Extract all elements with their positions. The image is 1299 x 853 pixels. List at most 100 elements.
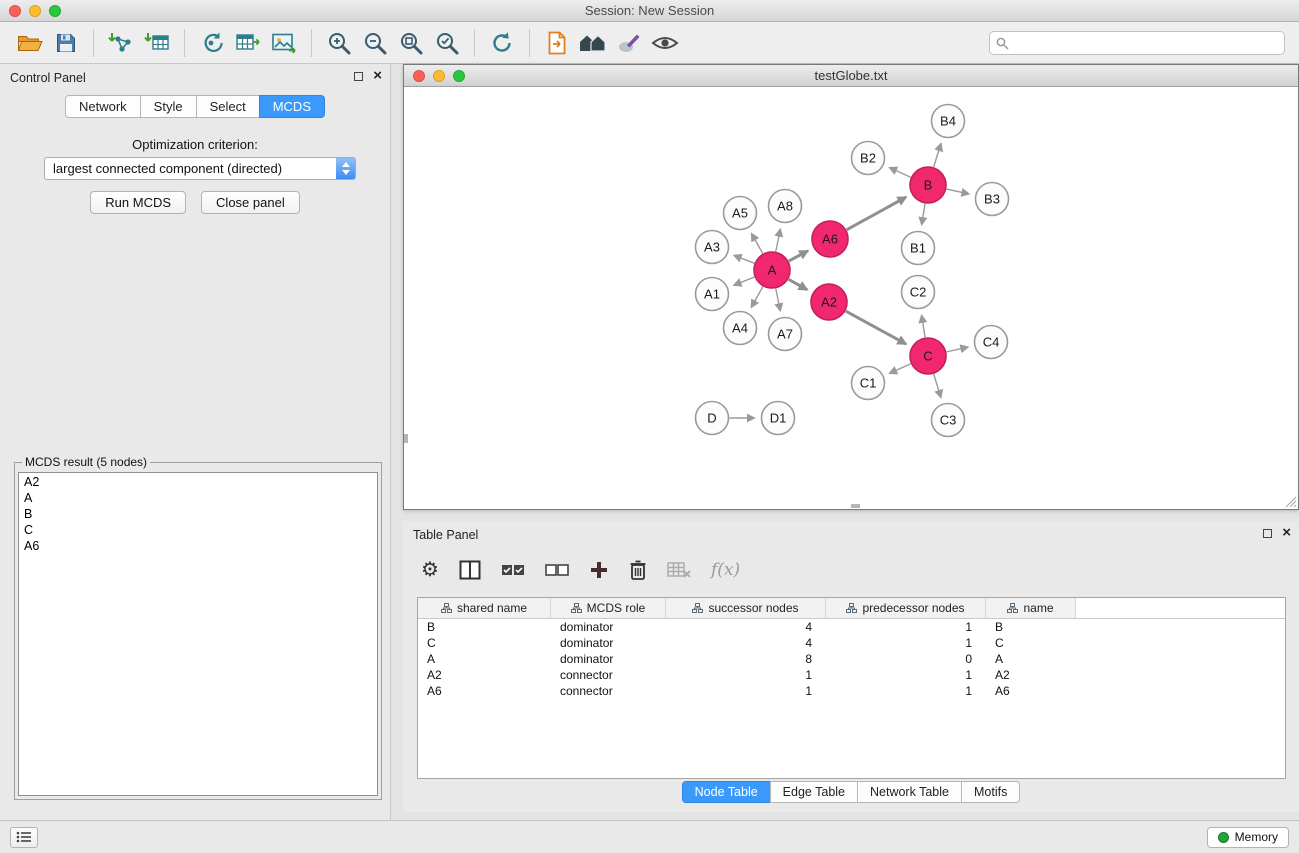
import-network-button[interactable] (103, 26, 139, 60)
table-row[interactable]: A2connector11A2 (418, 667, 1285, 683)
edge-A-A8[interactable] (776, 229, 781, 251)
graph-node-C[interactable]: C (910, 338, 946, 374)
edge-A-A3[interactable] (734, 255, 754, 263)
edge-A-A1[interactable] (734, 277, 755, 285)
graph-node-A1[interactable]: A1 (696, 278, 729, 311)
edge-A-A5[interactable] (752, 233, 763, 253)
graph-node-C1[interactable]: C1 (852, 367, 885, 400)
deselect-all-rows-button[interactable] (545, 555, 569, 585)
edge-B-B2[interactable] (889, 168, 910, 178)
zoom-fit-button[interactable] (393, 26, 429, 60)
graph-node-B4[interactable]: B4 (932, 105, 965, 138)
graph-node-B2[interactable]: B2 (852, 142, 885, 175)
search-input[interactable] (989, 31, 1285, 55)
show-columns-button[interactable] (459, 555, 481, 585)
column-header-successor-nodes[interactable]: successor nodes (666, 598, 826, 618)
zoom-selected-button[interactable] (429, 26, 465, 60)
dropdown-stepper-icon[interactable] (336, 158, 355, 179)
tab-motifs[interactable]: Motifs (961, 781, 1020, 803)
graph-node-A[interactable]: A (754, 252, 790, 288)
table-row[interactable]: Adominator80A (418, 651, 1285, 667)
edge-C-C4[interactable] (947, 347, 969, 352)
tab-mcds[interactable]: MCDS (259, 95, 325, 118)
edge-B-B1[interactable] (922, 204, 925, 225)
task-history-button[interactable] (10, 827, 38, 848)
export-table-button[interactable] (230, 26, 266, 60)
graph-node-A7[interactable]: A7 (769, 318, 802, 351)
mcds-result-list[interactable]: A2ABCA6 (18, 472, 378, 796)
tab-style[interactable]: Style (140, 95, 197, 118)
edge-A-A6[interactable] (789, 251, 808, 261)
edge-B-B4[interactable] (934, 143, 941, 166)
graph-canvas[interactable]: B4 B2 B B3 A8 A5 A6 A3 B1 A C2 A1 A2 A4 A7 C4 C C1 C3 D D1 (404, 87, 1298, 509)
graph-node-A2[interactable]: A2 (811, 284, 847, 320)
tab-node-table[interactable]: Node Table (682, 781, 771, 803)
show-hide-button[interactable] (647, 26, 683, 60)
float-panel-icon[interactable] (354, 72, 363, 81)
window-resize-handle[interactable] (1285, 496, 1297, 508)
graph-node-C4[interactable]: C4 (975, 326, 1008, 359)
graph-node-A3[interactable]: A3 (696, 231, 729, 264)
import-table-button[interactable] (139, 26, 175, 60)
graph-node-C3[interactable]: C3 (932, 404, 965, 437)
edge-A6-B[interactable] (847, 197, 906, 230)
tab-select[interactable]: Select (196, 95, 260, 118)
graph-node-A6[interactable]: A6 (812, 221, 848, 257)
network-window-titlebar[interactable]: testGlobe.txt (404, 65, 1298, 87)
style-mapping-button[interactable] (611, 26, 647, 60)
table-row[interactable]: Cdominator41C (418, 635, 1285, 651)
zoom-in-button[interactable] (321, 26, 357, 60)
export-image-button[interactable] (266, 26, 302, 60)
mcds-result-item[interactable]: A (19, 490, 377, 506)
window-titlebar[interactable]: Session: New Session (0, 0, 1299, 22)
close-panel-icon[interactable]: × (1282, 528, 1291, 538)
graph-node-C2[interactable]: C2 (902, 276, 935, 309)
edge-A-A7[interactable] (776, 289, 781, 311)
delete-table-button[interactable] (667, 555, 691, 585)
edge-C-C2[interactable] (922, 315, 925, 337)
new-network-button[interactable] (194, 26, 230, 60)
edge-A-A2[interactable] (789, 279, 808, 289)
memory-button[interactable]: Memory (1207, 827, 1289, 848)
column-header-name[interactable]: name (986, 598, 1076, 618)
float-panel-icon[interactable] (1263, 529, 1272, 538)
edge-A-A4[interactable] (751, 287, 762, 308)
show-neighbors-button[interactable] (575, 26, 611, 60)
mcds-result-item[interactable]: B (19, 506, 377, 522)
close-panel-button[interactable]: Close panel (201, 191, 300, 214)
mcds-result-item[interactable]: C (19, 522, 377, 538)
graph-node-A4[interactable]: A4 (724, 312, 757, 345)
delete-rows-button[interactable] (629, 555, 647, 585)
table-row[interactable]: Bdominator41B (418, 619, 1285, 635)
graph-node-A5[interactable]: A5 (724, 197, 757, 230)
tab-network[interactable]: Network (65, 95, 141, 118)
tab-edge-table[interactable]: Edge Table (770, 781, 858, 803)
select-all-rows-button[interactable] (501, 555, 525, 585)
graph-node-B3[interactable]: B3 (976, 183, 1009, 216)
edge-B-B3[interactable] (947, 189, 969, 194)
edge-A2-C[interactable] (846, 311, 906, 344)
zoom-out-button[interactable] (357, 26, 393, 60)
open-session-button[interactable] (12, 26, 48, 60)
tab-network-table[interactable]: Network Table (857, 781, 962, 803)
graph-node-D1[interactable]: D1 (762, 402, 795, 435)
graph-node-D[interactable]: D (696, 402, 729, 435)
graph-node-A8[interactable]: A8 (769, 190, 802, 223)
network-from-clipboard-button[interactable] (539, 26, 575, 60)
edge-C-C1[interactable] (889, 364, 910, 374)
function-builder-button[interactable]: f(x) (711, 555, 740, 585)
mcds-result-item[interactable]: A2 (19, 474, 377, 490)
mcds-result-item[interactable]: A6 (19, 538, 377, 554)
save-session-button[interactable] (48, 26, 84, 60)
table-row[interactable]: A6connector11A6 (418, 683, 1285, 699)
column-header-MCDS-role[interactable]: MCDS role (551, 598, 666, 618)
edge-C-C3[interactable] (934, 374, 941, 397)
refresh-view-button[interactable] (484, 26, 520, 60)
criterion-dropdown[interactable]: largest connected component (directed) (44, 157, 356, 180)
add-row-button[interactable] (589, 555, 609, 585)
close-panel-icon[interactable]: × (373, 71, 382, 81)
graph-node-B[interactable]: B (910, 167, 946, 203)
run-mcds-button[interactable]: Run MCDS (90, 191, 186, 214)
graph-node-B1[interactable]: B1 (902, 232, 935, 265)
column-header-predecessor-nodes[interactable]: predecessor nodes (826, 598, 986, 618)
